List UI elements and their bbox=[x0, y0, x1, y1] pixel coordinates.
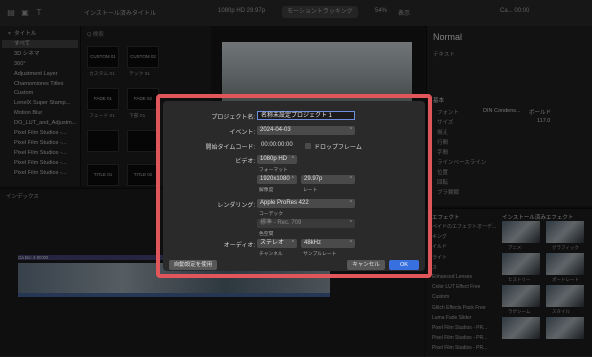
highlight-frame bbox=[156, 94, 432, 278]
